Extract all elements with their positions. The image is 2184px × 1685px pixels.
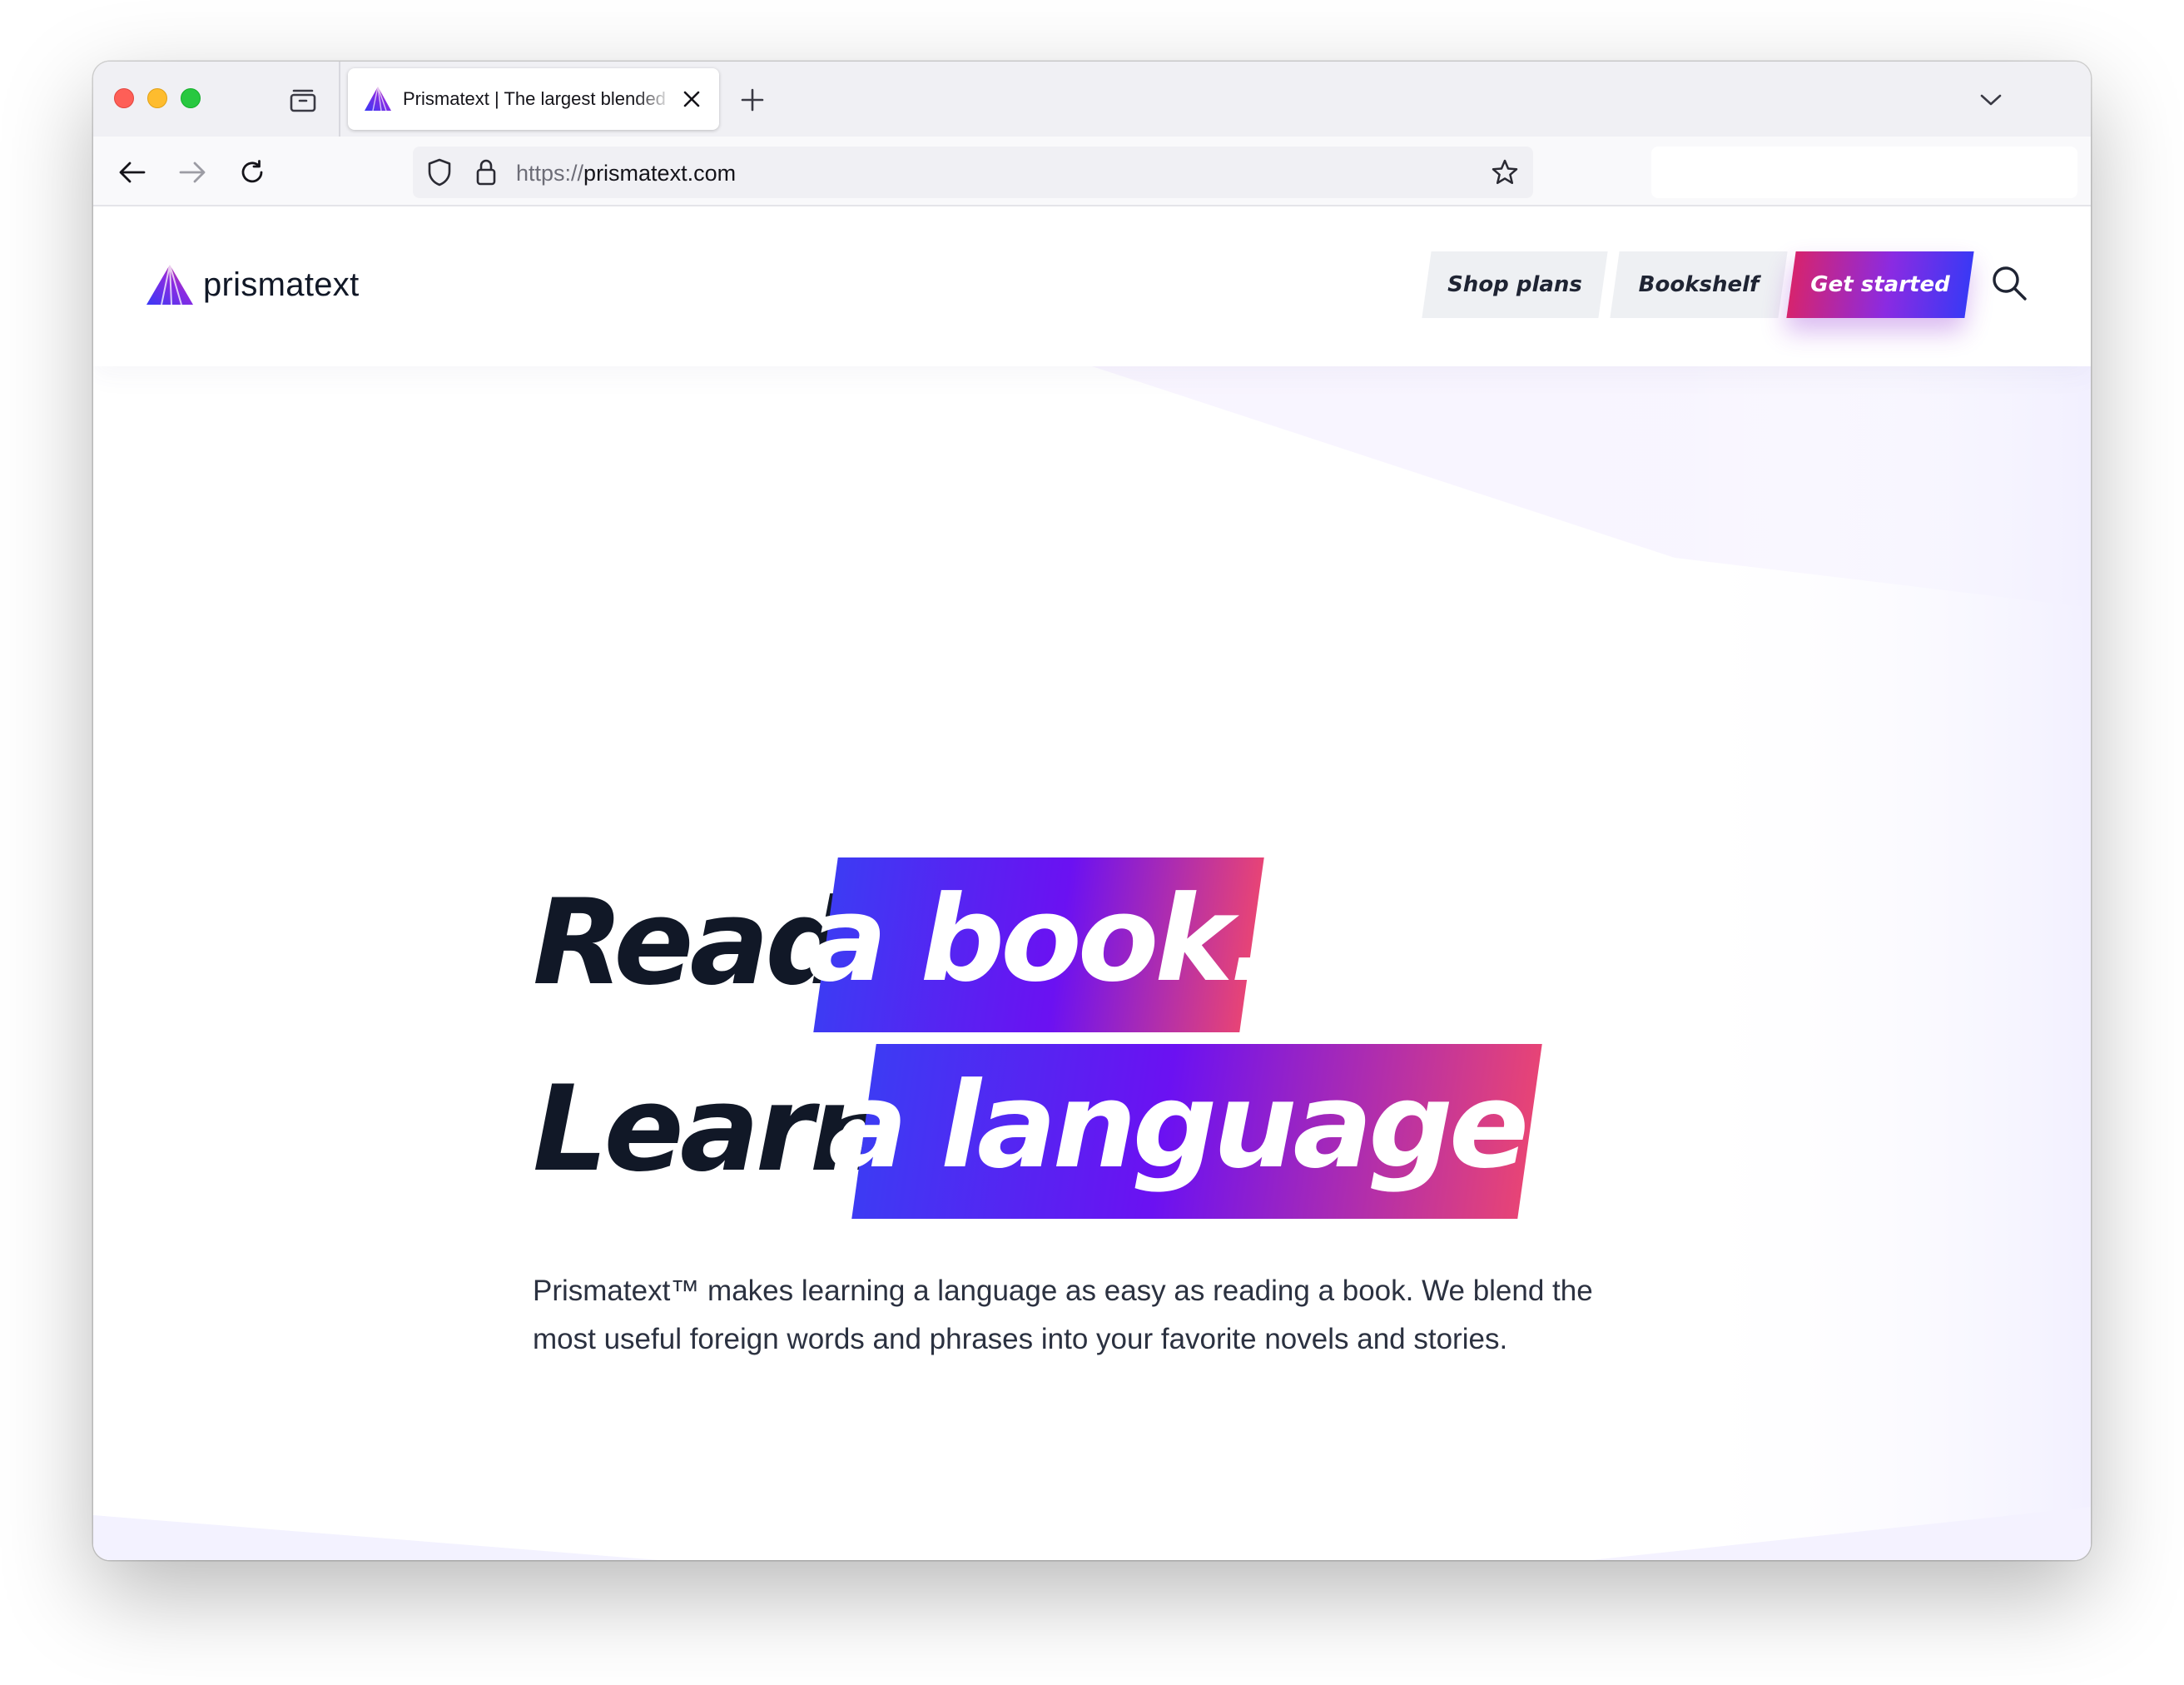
tab-strip: Prismatext | The largest blended [93, 62, 2091, 137]
webpage: prismatext Shop plans Bookshelf Get star… [93, 208, 2091, 1560]
headline-a-language: a language. [827, 1057, 1570, 1195]
headline-highlight-1: a book. [807, 857, 1274, 1032]
browser-window: Prismatext | The largest blended https:/… [93, 62, 2091, 1560]
zoom-window-button[interactable] [181, 88, 201, 108]
tab-separator [339, 62, 340, 137]
address-bar[interactable]: https://prismatext.com [413, 147, 1533, 198]
minimize-window-button[interactable] [147, 88, 167, 108]
shield-icon[interactable] [423, 156, 456, 189]
plus-icon[interactable] [736, 83, 769, 117]
favicon-icon [365, 86, 391, 112]
hero-subtitle: Prismatext™ makes learning a language as… [533, 1275, 1593, 1355]
headline-read: Read [533, 874, 850, 1011]
tab-overview-icon[interactable] [286, 83, 320, 117]
site-header: prismatext Shop plans Bookshelf Get star… [93, 208, 2091, 366]
shop-plans-button[interactable]: Shop plans [1422, 251, 1608, 318]
logo-icon [146, 264, 193, 306]
headline-line-1: Read a book. [533, 857, 1282, 1032]
forward-arrow-icon[interactable] [171, 152, 213, 193]
close-window-button[interactable] [114, 88, 134, 108]
star-icon[interactable] [1488, 156, 1521, 189]
url-host: prismatext.com [583, 161, 737, 186]
navigation-toolbar: https://prismatext.com [93, 137, 2091, 206]
get-started-label: Get started [1810, 272, 1950, 297]
get-started-button[interactable]: Get started [1786, 251, 1974, 318]
url-scheme: https:// [516, 161, 584, 186]
back-arrow-icon[interactable] [112, 152, 153, 193]
bookshelf-button[interactable]: Bookshelf [1610, 251, 1788, 318]
toolbar-field[interactable] [1651, 147, 2077, 198]
brand-name: prismatext [203, 266, 360, 303]
headline-highlight-2: a language. [828, 1044, 1570, 1219]
shop-plans-label: Shop plans [1447, 272, 1582, 297]
reload-icon[interactable] [231, 152, 273, 193]
chevron-down-icon[interactable] [1974, 83, 2008, 117]
active-tab[interactable]: Prismatext | The largest blended [348, 68, 719, 130]
headline-line-2: Learn a language. [533, 1044, 1615, 1219]
tab-title: Prismatext | The largest blended [403, 88, 666, 109]
url-text[interactable]: https://prismatext.com [516, 161, 736, 186]
search-icon[interactable] [1989, 263, 2029, 303]
bookshelf-label: Bookshelf [1638, 272, 1760, 297]
close-icon[interactable] [676, 83, 707, 115]
brand-logo[interactable]: prismatext [145, 263, 360, 306]
lock-icon[interactable] [469, 156, 503, 189]
headline-a-book: a book. [807, 871, 1273, 1008]
